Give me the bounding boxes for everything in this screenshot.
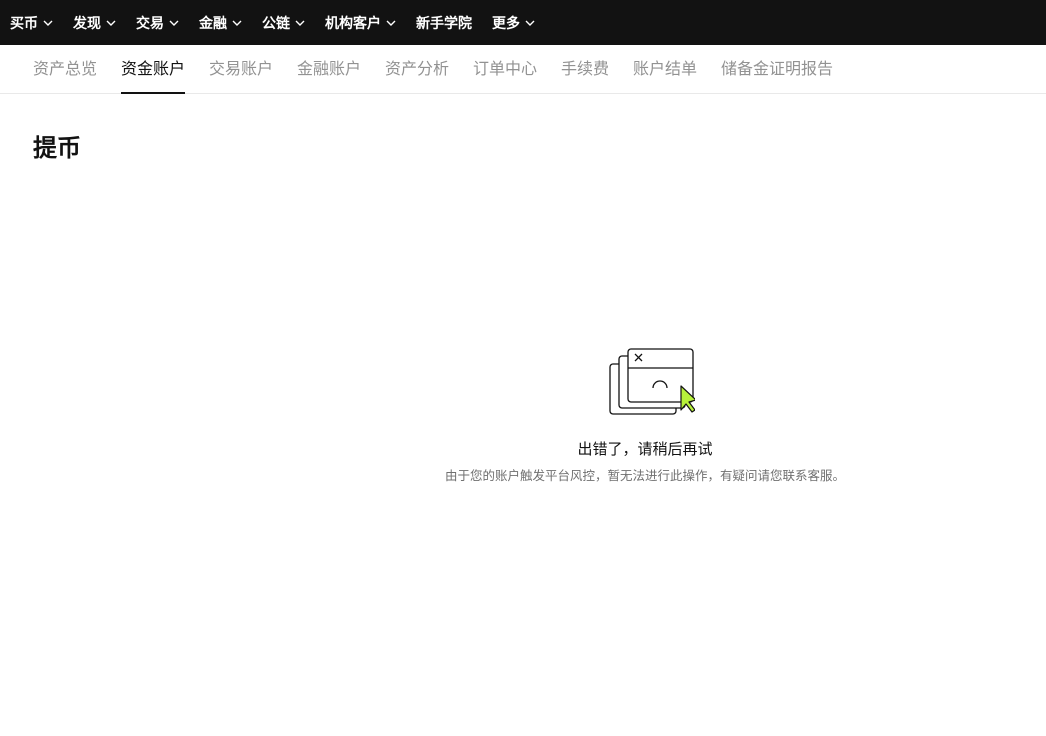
topnav-item-label: 买币 bbox=[10, 15, 38, 32]
page-title: 提币 bbox=[33, 134, 81, 162]
top-navigation-bar: 买币 发现 交易 金融 公链 机构客户 新手学院 更多 bbox=[0, 0, 1046, 45]
tab-account-statement[interactable]: 账户结单 bbox=[633, 45, 697, 94]
chevron-down-icon bbox=[525, 18, 535, 28]
topnav-item-institutional[interactable]: 机构客户 bbox=[325, 13, 396, 33]
chevron-down-icon bbox=[232, 18, 242, 28]
topnav-item-label: 机构客户 bbox=[325, 15, 381, 32]
topnav-item-label: 交易 bbox=[136, 15, 164, 32]
topnav-item-buy-crypto[interactable]: 买币 bbox=[10, 13, 53, 33]
tab-order-center[interactable]: 订单中心 bbox=[473, 45, 537, 94]
chevron-down-icon bbox=[43, 18, 53, 28]
topnav-item-public-chain[interactable]: 公链 bbox=[262, 13, 305, 33]
tab-proof-of-reserves[interactable]: 储备金证明报告 bbox=[721, 45, 833, 94]
tab-trading-account[interactable]: 交易账户 bbox=[209, 45, 273, 94]
topnav-item-label: 金融 bbox=[199, 15, 227, 32]
topnav-item-trade[interactable]: 交易 bbox=[136, 13, 179, 33]
topnav-item-discover[interactable]: 发现 bbox=[73, 13, 116, 33]
chevron-down-icon bbox=[386, 18, 396, 28]
error-state: 出错了，请稍后再试 由于您的账户触发平台风控，暂无法进行此操作，有疑问请您联系客… bbox=[420, 346, 870, 484]
topnav-item-label: 更多 bbox=[492, 15, 520, 32]
tab-fees[interactable]: 手续费 bbox=[561, 45, 609, 94]
tab-finance-account[interactable]: 金融账户 bbox=[297, 45, 361, 94]
tab-funding-account[interactable]: 资金账户 bbox=[121, 45, 186, 94]
tab-asset-overview[interactable]: 资产总览 bbox=[33, 45, 97, 94]
topnav-item-label: 新手学院 bbox=[416, 15, 472, 32]
tab-asset-analysis[interactable]: 资产分析 bbox=[385, 45, 449, 94]
error-window-icon bbox=[595, 346, 697, 418]
topnav-item-label: 公链 bbox=[262, 15, 290, 32]
topnav-item-label: 发现 bbox=[73, 15, 101, 32]
chevron-down-icon bbox=[295, 18, 305, 28]
topnav-item-more[interactable]: 更多 bbox=[492, 13, 535, 33]
topnav-item-academy[interactable]: 新手学院 bbox=[416, 13, 472, 33]
topnav-item-finance[interactable]: 金融 bbox=[199, 13, 242, 33]
error-description: 由于您的账户触发平台风控，暂无法进行此操作，有疑问请您联系客服。 bbox=[444, 468, 845, 483]
account-subnav: 资产总览 资金账户 交易账户 金融账户 资产分析 订单中心 手续费 账户结单 储… bbox=[0, 45, 1046, 94]
error-title: 出错了，请稍后再试 bbox=[577, 440, 713, 458]
chevron-down-icon bbox=[169, 18, 179, 28]
chevron-down-icon bbox=[106, 18, 116, 28]
